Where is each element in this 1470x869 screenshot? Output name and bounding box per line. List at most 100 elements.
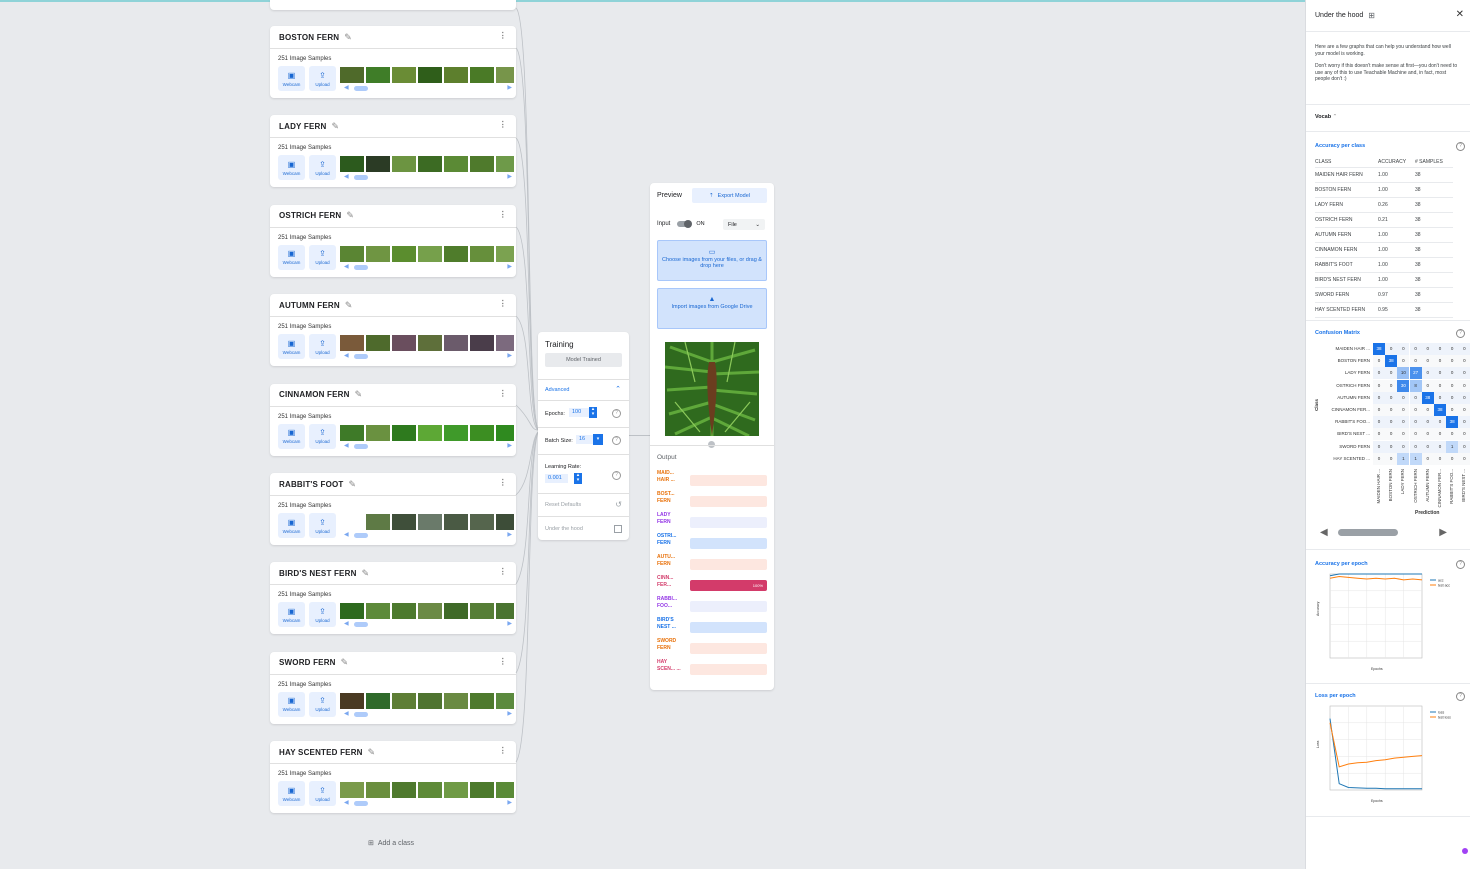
- epochs-stepper[interactable]: ▴ ▾: [589, 407, 597, 418]
- scroll-left-icon[interactable]: ◀: [344, 532, 349, 538]
- sample-thumbnail[interactable]: [470, 692, 494, 709]
- help-icon[interactable]: ?: [612, 409, 621, 418]
- webcam-button[interactable]: ▣ Webcam: [278, 781, 305, 807]
- add-class-button[interactable]: ⊞ Add a class: [368, 839, 414, 848]
- more-vert-icon[interactable]: ⋮: [499, 299, 507, 308]
- sample-thumbnail[interactable]: [470, 156, 494, 173]
- edit-pencil-icon[interactable]: ✎: [341, 657, 349, 668]
- upload-button[interactable]: ⇪ Upload: [309, 423, 336, 449]
- more-vert-icon[interactable]: ⋮: [499, 389, 507, 398]
- edit-pencil-icon[interactable]: ✎: [345, 300, 353, 311]
- sample-thumbnail[interactable]: [366, 156, 390, 173]
- sample-thumbnail[interactable]: [340, 67, 364, 83]
- webcam-button[interactable]: ▣ Webcam: [278, 334, 305, 360]
- sample-thumbnail[interactable]: [470, 67, 494, 83]
- class-name[interactable]: HAY SCENTED FERN: [279, 748, 363, 757]
- sample-thumbnail[interactable]: [340, 424, 364, 441]
- sample-thumbnail[interactable]: [444, 424, 468, 441]
- sample-thumbnail[interactable]: [418, 692, 442, 709]
- scroll-left-icon[interactable]: ◀: [344, 443, 349, 449]
- scroll-thumb[interactable]: [354, 801, 368, 807]
- class-name[interactable]: OSTRICH FERN: [279, 211, 341, 220]
- more-vert-icon[interactable]: ⋮: [499, 567, 507, 576]
- sample-thumbnail[interactable]: [392, 692, 416, 709]
- help-icon[interactable]: ?: [612, 436, 621, 445]
- sample-thumbnail[interactable]: [392, 424, 416, 441]
- learning-rate-input[interactable]: 0.001: [545, 474, 568, 483]
- sample-thumbnail[interactable]: [366, 514, 390, 530]
- sample-thumbnail[interactable]: [340, 156, 364, 173]
- sample-thumbnail[interactable]: [444, 67, 468, 83]
- scroll-left-icon[interactable]: ◀: [344, 264, 349, 270]
- more-vert-icon[interactable]: ⋮: [499, 657, 507, 666]
- sample-thumbnail[interactable]: [444, 782, 468, 799]
- sample-thumbnail[interactable]: [470, 514, 494, 530]
- sample-thumbnail[interactable]: [470, 782, 494, 799]
- class-name[interactable]: AUTUMN FERN: [279, 301, 340, 310]
- scroll-left-icon[interactable]: ◀: [344, 711, 349, 717]
- sample-thumbnail[interactable]: [444, 514, 468, 530]
- sample-thumbnail[interactable]: [340, 514, 364, 530]
- scroll-left-icon[interactable]: ◀: [344, 800, 349, 806]
- scroll-thumb[interactable]: [354, 443, 368, 449]
- reset-defaults-button[interactable]: Reset Defaults ↺: [538, 493, 629, 516]
- sample-thumbnail[interactable]: [366, 245, 390, 262]
- thumbnail-scrollbar[interactable]: ◀ ▶: [344, 443, 512, 449]
- scroll-left-icon[interactable]: ◀: [1320, 527, 1328, 538]
- webcam-button[interactable]: ▣ Webcam: [278, 602, 305, 628]
- more-vert-icon[interactable]: ⋮: [499, 210, 507, 219]
- thumbnail-scrollbar[interactable]: ◀ ▶: [344, 621, 512, 628]
- export-model-button[interactable]: ⇡ Export Model: [692, 188, 767, 203]
- sample-thumbnail[interactable]: [470, 424, 494, 441]
- webcam-button[interactable]: ▣ Webcam: [278, 513, 305, 538]
- class-name[interactable]: LADY FERN: [279, 122, 326, 131]
- sample-thumbnail[interactable]: [366, 424, 390, 441]
- upload-button[interactable]: ⇪ Upload: [309, 244, 336, 270]
- input-toggle[interactable]: [677, 220, 693, 228]
- upload-button[interactable]: ⇪ Upload: [309, 334, 336, 360]
- thumbnail-scrollbar[interactable]: ◀ ▶: [344, 711, 512, 717]
- help-icon[interactable]: ?: [1456, 329, 1465, 338]
- scroll-right-icon[interactable]: ▶: [1439, 527, 1447, 538]
- upload-button[interactable]: ⇪ Upload: [309, 155, 336, 181]
- sample-thumbnail[interactable]: [418, 156, 442, 173]
- google-drive-import-button[interactable]: ▲ Import images from Google Drive: [657, 288, 767, 329]
- thumbnail-scrollbar[interactable]: ◀ ▶: [344, 800, 512, 807]
- sample-thumbnail[interactable]: [418, 67, 442, 83]
- sample-thumbnail[interactable]: [418, 245, 442, 262]
- class-name[interactable]: CINNAMON FERN: [279, 390, 350, 399]
- sample-thumbnail[interactable]: [366, 335, 390, 352]
- edit-pencil-icon[interactable]: ✎: [355, 389, 363, 400]
- sample-thumbnail[interactable]: [470, 603, 494, 620]
- sample-thumbnail[interactable]: [418, 424, 442, 441]
- edit-pencil-icon[interactable]: ✎: [346, 210, 354, 221]
- more-vert-icon[interactable]: ⋮: [499, 31, 507, 40]
- sample-thumbnail[interactable]: [444, 603, 468, 620]
- edit-pencil-icon[interactable]: ✎: [368, 747, 376, 758]
- sample-thumbnail[interactable]: [392, 335, 416, 352]
- class-name[interactable]: BIRD'S NEST FERN: [279, 569, 357, 578]
- scroll-thumb[interactable]: [354, 86, 368, 91]
- scroll-thumb[interactable]: [1338, 529, 1398, 536]
- sample-thumbnail[interactable]: [444, 245, 468, 262]
- more-vert-icon[interactable]: ⋮: [499, 478, 507, 487]
- help-icon[interactable]: ?: [1456, 560, 1465, 569]
- help-icon[interactable]: ?: [1456, 692, 1465, 701]
- input-source-select[interactable]: File ⌄: [723, 219, 765, 230]
- scroll-left-icon[interactable]: ◀: [344, 621, 349, 627]
- sample-thumbnail[interactable]: [340, 245, 364, 262]
- edit-pencil-icon[interactable]: ✎: [331, 121, 339, 132]
- upload-button[interactable]: ⇪ Upload: [309, 602, 336, 628]
- sample-thumbnail[interactable]: [340, 335, 364, 352]
- help-icon[interactable]: ?: [612, 471, 621, 480]
- advanced-toggle[interactable]: Advanced ⌃: [538, 379, 629, 398]
- webcam-button[interactable]: ▣ Webcam: [278, 66, 305, 91]
- sample-thumbnail[interactable]: [366, 67, 390, 83]
- upload-button[interactable]: ⇪ Upload: [309, 66, 336, 91]
- sample-thumbnail[interactable]: [340, 692, 364, 709]
- scroll-thumb[interactable]: [354, 175, 368, 181]
- sample-thumbnail[interactable]: [470, 245, 494, 262]
- sample-thumbnail[interactable]: [366, 692, 390, 709]
- scroll-thumb[interactable]: [354, 354, 368, 360]
- sample-thumbnail[interactable]: [366, 782, 390, 799]
